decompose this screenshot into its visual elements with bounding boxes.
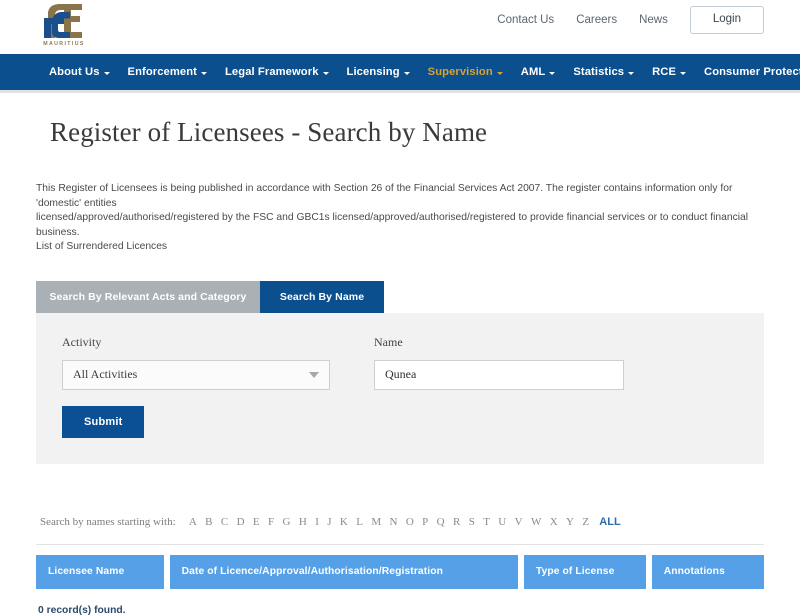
chevron-down-icon — [549, 71, 556, 75]
chevron-down-icon — [322, 71, 329, 75]
alphabet-letter-b[interactable]: B — [201, 516, 217, 528]
alphabet-letter-w[interactable]: W — [527, 516, 546, 528]
alphabet-caption: Search by names starting with: — [40, 515, 176, 528]
intro-line-1: This Register of Licensees is being publ… — [36, 183, 733, 209]
nav-item-label: Supervision — [427, 66, 493, 78]
activity-select[interactable]: All Activities — [62, 359, 330, 390]
chevron-down-icon — [103, 71, 110, 75]
alphabet-letter-l[interactable]: L — [352, 516, 367, 528]
alphabet-letter-p[interactable]: P — [418, 516, 433, 528]
careers-link[interactable]: Careers — [576, 14, 617, 26]
record-count-text: 0 record(s) found. — [38, 604, 126, 616]
alphabet-letter-v[interactable]: V — [510, 516, 526, 528]
alphabet-letter-c[interactable]: C — [217, 516, 233, 528]
nav-item-enforcement[interactable]: Enforcement — [119, 66, 216, 78]
news-link[interactable]: News — [639, 14, 668, 26]
site-logo[interactable]: MAURITIUS — [38, 0, 90, 47]
alphabet-letter-s[interactable]: S — [465, 516, 480, 528]
page-content: Register of Licensees - Search by Name T… — [0, 117, 800, 616]
activity-field-group: Activity All Activities — [62, 335, 330, 390]
column-header-annotations[interactable]: Annotations — [651, 554, 764, 589]
table-top-divider — [36, 543, 764, 545]
alphabet-letter-d[interactable]: D — [232, 516, 248, 528]
top-bar: MAURITIUS Contact Us Careers News Login — [0, 0, 800, 54]
alphabet-letter-t[interactable]: T — [479, 516, 494, 528]
name-input[interactable] — [374, 359, 624, 390]
nav-item-label: About Us — [49, 66, 100, 78]
nav-bottom-divider — [0, 90, 800, 93]
alphabet-letter-a[interactable]: A — [185, 516, 201, 528]
search-tabs: Search By Relevant Acts and Category Sea… — [36, 280, 764, 313]
alphabet-letter-n[interactable]: N — [385, 516, 401, 528]
alphabet-letter-o[interactable]: O — [402, 516, 418, 528]
page-title: Register of Licensees - Search by Name — [50, 117, 488, 147]
main-navigation: About Us Enforcement Legal Framework Licens… — [0, 54, 800, 90]
alphabet-letter-g[interactable]: G — [278, 516, 294, 528]
alphabet-letter-f[interactable]: F — [264, 516, 279, 528]
intro-line-3: List of Surrendered Licences — [36, 241, 168, 252]
nav-item-label: RCE — [652, 66, 677, 78]
nav-item-label: Licensing — [346, 66, 400, 78]
activity-label: Activity — [62, 334, 102, 349]
activity-select-value: All Activities — [73, 367, 138, 381]
alphabet-all-link[interactable]: ALL — [593, 516, 620, 528]
top-right-links: Contact Us Careers News Login — [497, 0, 764, 34]
nav-item-aml[interactable]: AML — [512, 66, 565, 78]
tab-search-by-acts[interactable]: Search By Relevant Acts and Category — [36, 280, 260, 313]
alphabet-letter-z[interactable]: Z — [578, 516, 593, 528]
intro-line-2: licensed/approved/authorised/registered … — [36, 212, 749, 238]
alphabet-letter-m[interactable]: M — [367, 516, 385, 528]
alphabet-letter-y[interactable]: Y — [562, 516, 578, 528]
column-header-type-of-license[interactable]: Type of License — [523, 554, 646, 589]
nav-item-legal-framework[interactable]: Legal Framework — [216, 66, 338, 78]
contact-us-link[interactable]: Contact Us — [497, 14, 554, 26]
chevron-down-icon — [201, 71, 207, 75]
submit-row: Submit — [62, 405, 738, 438]
tab-search-by-name[interactable]: Search By Name — [260, 280, 384, 313]
submit-button[interactable]: Submit — [62, 405, 145, 438]
name-field-group: Name — [374, 335, 624, 390]
alphabet-letter-k[interactable]: K — [336, 516, 352, 528]
search-form-panel: Activity All Activities Name Submit — [36, 312, 764, 464]
alphabet-letter-x[interactable]: X — [546, 516, 562, 528]
alphabet-filter: Search by names starting with: ABCDEFGHI… — [36, 516, 764, 528]
alphabet-letter-i[interactable]: I — [311, 516, 323, 528]
results-table-header: Licensee Name Date of Licence/Approval/A… — [36, 554, 764, 589]
nav-item-rce[interactable]: RCE — [643, 66, 695, 78]
alphabet-letter-r[interactable]: R — [449, 516, 465, 528]
login-button[interactable]: Login — [689, 6, 764, 34]
nav-item-licensing[interactable]: Licensing — [338, 66, 419, 78]
alphabet-letter-u[interactable]: U — [494, 516, 510, 528]
alphabet-letter-q[interactable]: Q — [432, 516, 448, 528]
alphabet-letters: ABCDEFGHIJKLMNOPQRSTUVWXYZ — [185, 516, 594, 528]
nav-item-statistics[interactable]: Statistics — [564, 66, 643, 78]
column-header-date[interactable]: Date of Licence/Approval/Authorisation/R… — [169, 554, 518, 589]
chevron-down-icon — [309, 371, 319, 378]
fsc-logo-icon — [44, 4, 82, 38]
chevron-down-icon — [403, 71, 410, 75]
nav-item-about-us[interactable]: About Us — [40, 66, 119, 78]
chevron-down-icon — [680, 71, 687, 75]
alphabet-letter-e[interactable]: E — [249, 516, 264, 528]
intro-paragraph: This Register of Licensees is being publ… — [36, 182, 764, 255]
nav-item-label: Enforcement — [127, 66, 197, 78]
nav-item-label: AML — [520, 66, 546, 78]
chevron-down-icon — [496, 71, 503, 75]
alphabet-letter-h[interactable]: H — [295, 516, 311, 528]
nav-item-label: Consumer Protection — [704, 66, 800, 78]
logo-subtitle: MAURITIUS — [43, 41, 85, 47]
nav-item-label: Legal Framework — [225, 66, 319, 78]
chevron-down-icon — [628, 71, 635, 75]
name-label: Name — [374, 334, 403, 349]
nav-item-consumer-protection[interactable]: Consumer Protection — [695, 66, 800, 78]
nav-item-label: Statistics — [573, 66, 625, 78]
column-header-licensee-name[interactable]: Licensee Name — [36, 554, 164, 589]
alphabet-letter-j[interactable]: J — [323, 516, 336, 528]
nav-item-supervision[interactable]: Supervision — [419, 66, 512, 78]
